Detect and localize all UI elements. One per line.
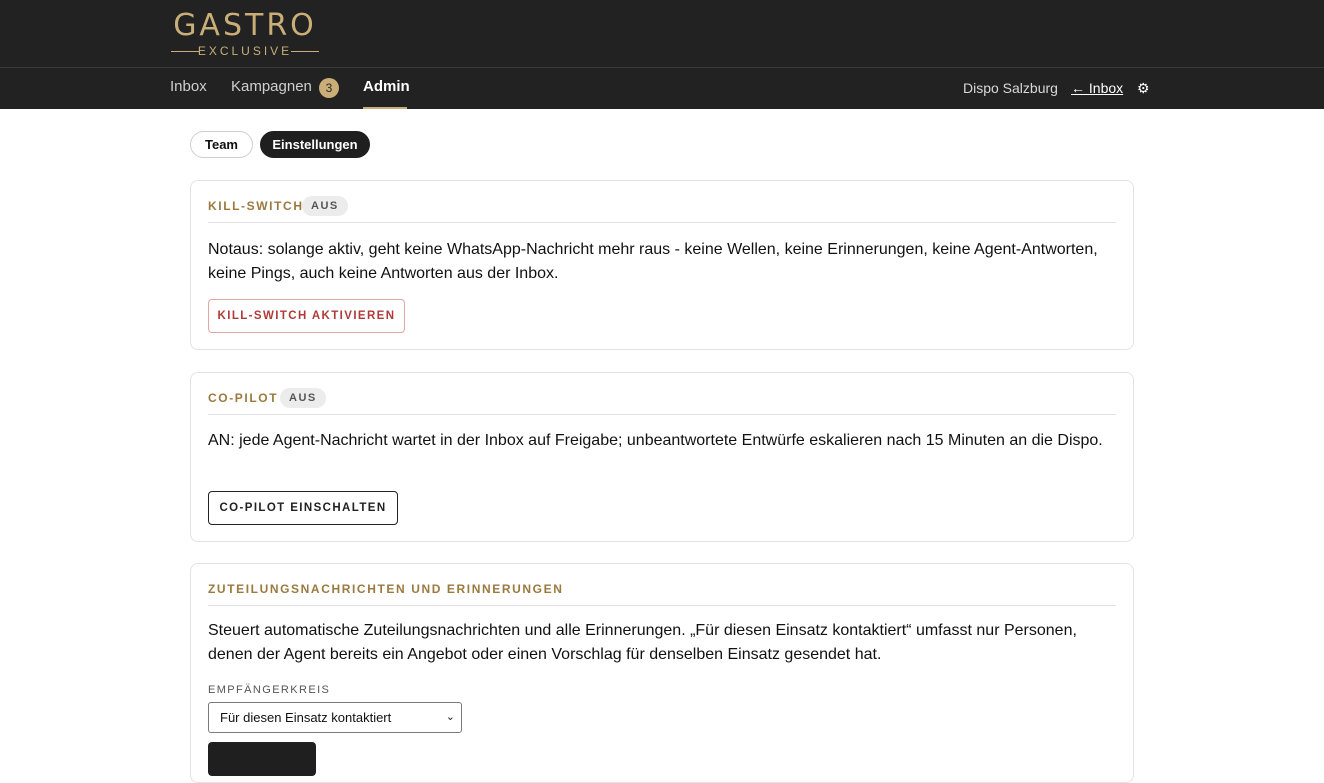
card-description: AN: jede Agent-Nachricht wartet in der I… <box>208 432 1103 449</box>
nav-item-label: Admin <box>363 78 410 95</box>
save-button[interactable] <box>208 742 316 776</box>
nav-item-label: Inbox <box>170 78 207 95</box>
recipient-scope-select[interactable]: Für diesen Einsatz kontaktiert ⌄ <box>208 702 462 733</box>
brand-name: GASTRO <box>173 8 317 43</box>
brand-logo[interactable]: GASTRO EXCLUSIVE <box>170 10 320 60</box>
nav-item-kampagnen[interactable]: Kampagnen 3 <box>231 68 341 109</box>
tab-team[interactable]: Team <box>190 131 253 158</box>
card-title: KILL-SWITCH <box>208 199 304 213</box>
brand-tagline-row: EXCLUSIVE <box>170 44 320 58</box>
top-header: GASTRO EXCLUSIVE <box>0 0 1324 67</box>
back-to-inbox-link[interactable]: ← Inbox <box>1071 68 1123 109</box>
status-badge: AUS <box>280 388 326 408</box>
copilot-card: CO-PILOT AUS AN: jede Agent-Nachricht wa… <box>190 372 1134 542</box>
location-label: Dispo Salzburg <box>963 80 1058 96</box>
card-header: KILL-SWITCH AUS <box>208 181 1116 223</box>
nav-item-inbox[interactable]: Inbox <box>170 68 207 109</box>
main-nav: Inbox Kampagnen 3 Admin Dispo Salzburg ←… <box>0 67 1324 109</box>
gear-icon[interactable]: ⚙ <box>1137 68 1150 109</box>
nav-item-admin[interactable]: Admin <box>363 68 410 109</box>
status-badge: AUS <box>302 196 348 216</box>
tab-einstellungen[interactable]: Einstellungen <box>260 131 370 158</box>
tagline-rule-right <box>291 51 319 52</box>
card-description: Notaus: solange aktiv, geht keine WhatsA… <box>208 241 1098 282</box>
card-title: CO-PILOT <box>208 391 279 405</box>
active-tab-indicator <box>363 107 407 109</box>
select-value: Für diesen Einsatz kontaktiert <box>220 710 392 725</box>
chevron-down-icon: ⌄ <box>445 711 455 723</box>
card-title: ZUTEILUNGSNACHRICHTEN UND ERINNERUNGEN <box>208 582 564 596</box>
enable-copilot-button[interactable]: CO-PILOT EINSCHALTEN <box>208 491 398 525</box>
notifications-card: ZUTEILUNGSNACHRICHTEN UND ERINNERUNGEN S… <box>190 563 1134 783</box>
recipient-scope-label: EMPFÄNGERKREIS <box>208 684 331 696</box>
activate-killswitch-button[interactable]: KILL-SWITCH AKTIVIEREN <box>208 299 405 333</box>
card-header: ZUTEILUNGSNACHRICHTEN UND ERINNERUNGEN <box>208 564 1116 606</box>
card-header: CO-PILOT AUS <box>208 373 1116 415</box>
killswitch-card: KILL-SWITCH AUS Notaus: solange aktiv, g… <box>190 180 1134 350</box>
card-description: Steuert automatische Zuteilungsnachricht… <box>208 622 1077 663</box>
nav-item-label: Kampagnen <box>231 78 312 95</box>
kampagnen-count-badge: 3 <box>319 78 339 98</box>
